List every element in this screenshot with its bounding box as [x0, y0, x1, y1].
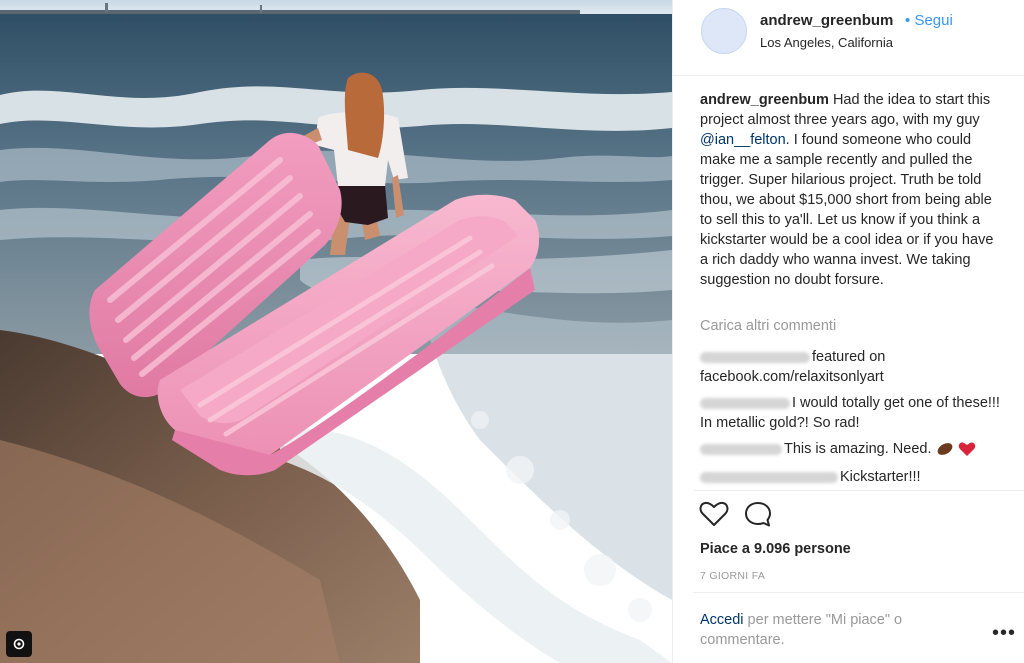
- login-prompt: Accedi per mettere "Mi piace" o commenta…: [700, 610, 960, 650]
- heart-outline-icon[interactable]: [699, 500, 729, 528]
- post-caption: andrew_greenbum Had the idea to start th…: [700, 90, 1005, 290]
- more-options-icon[interactable]: •••: [992, 622, 1016, 645]
- instagram-badge-icon[interactable]: [6, 631, 32, 657]
- follow-button[interactable]: • Segui: [905, 12, 953, 29]
- brown-emoji-icon: [937, 443, 952, 456]
- beach-coffin-photo: [0, 0, 672, 663]
- post-photo[interactable]: [0, 0, 672, 663]
- follow-label: Segui: [914, 12, 953, 29]
- comment-item: I would totally get one of these!!! In m…: [700, 393, 1005, 433]
- red-heart-icon: [958, 442, 975, 457]
- comment-text: Kickstarter!!!: [840, 469, 921, 485]
- speech-bubble-icon[interactable]: [743, 500, 773, 528]
- location-link[interactable]: Los Angeles, California: [760, 35, 893, 50]
- caption-text-2: . I found someone who could make me a sa…: [700, 132, 994, 288]
- avatar[interactable]: [701, 8, 747, 54]
- username-link[interactable]: andrew_greenbum: [760, 12, 893, 29]
- login-link[interactable]: Accedi: [700, 612, 744, 628]
- blurred-username: [700, 443, 782, 455]
- blurred-username: [700, 351, 810, 363]
- divider: [693, 592, 1024, 593]
- post-header: andrew_greenbum • Segui Los Angeles, Cal…: [673, 0, 1024, 76]
- post-timestamp[interactable]: 7 GIORNI FA: [700, 570, 765, 582]
- post-sidebar: andrew_greenbum • Segui Los Angeles, Cal…: [672, 0, 1024, 663]
- comment-item: Kickstarter!!!: [700, 467, 1005, 487]
- camera-glyph-icon: [13, 638, 25, 650]
- caption-mention[interactable]: @ian__felton: [700, 132, 786, 148]
- comment-item: featured on facebook.com/relaxitsonlyart: [700, 347, 1005, 387]
- follow-separator: •: [905, 12, 911, 29]
- likes-count[interactable]: Piace a 9.096 persone: [700, 541, 851, 557]
- comment-text: This is amazing. Need.: [784, 441, 932, 457]
- divider: [693, 490, 1024, 491]
- load-more-comments[interactable]: Carica altri commenti: [700, 318, 836, 334]
- caption-username[interactable]: andrew_greenbum: [700, 92, 829, 108]
- comment-item: This is amazing. Need.: [700, 439, 1005, 459]
- blurred-username: [700, 471, 838, 483]
- blurred-username: [700, 397, 790, 409]
